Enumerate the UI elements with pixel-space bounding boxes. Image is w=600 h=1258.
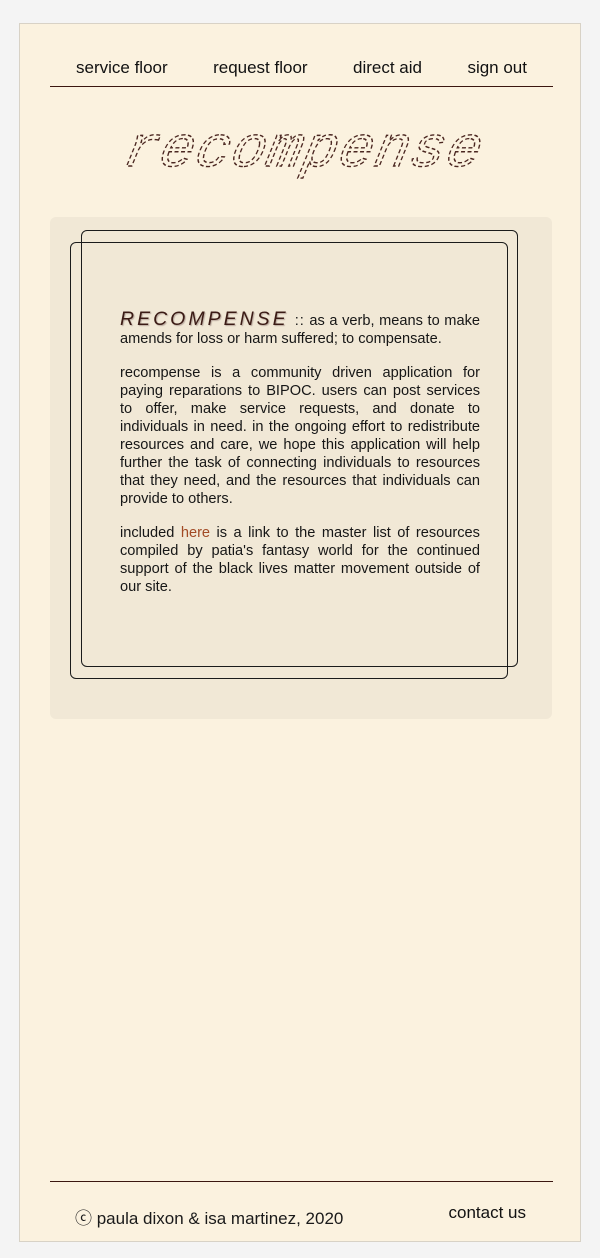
- copyright-text: ⓒ paula dixon & isa martinez, 2020: [75, 1209, 344, 1228]
- about-panel: RECOMPENSE:: as a verb, means to make am…: [50, 217, 552, 719]
- nav-direct-aid[interactable]: direct aid: [353, 58, 422, 78]
- resources-text-before: included: [120, 525, 175, 541]
- nav-sign-out[interactable]: sign out: [467, 58, 527, 78]
- nav-service-floor[interactable]: service floor: [76, 58, 168, 78]
- definition-separator: ::: [294, 313, 305, 329]
- logo-text: recompense: [118, 118, 490, 182]
- nav-request-floor[interactable]: request floor: [213, 58, 308, 78]
- description-paragraph: recompense is a community driven applica…: [120, 365, 480, 507]
- resources-link[interactable]: here: [181, 525, 210, 541]
- contact-us-link[interactable]: contact us: [449, 1203, 527, 1223]
- resources-text-after: is a link to the master list of resource…: [120, 525, 480, 595]
- about-content: RECOMPENSE:: as a verb, means to make am…: [120, 308, 480, 612]
- definition-paragraph: RECOMPENSE:: as a verb, means to make am…: [120, 308, 480, 348]
- ascii-logo: recompense: [117, 117, 490, 182]
- nav-divider: [50, 86, 553, 87]
- page: service floor request floor direct aid s…: [19, 23, 581, 1242]
- resources-paragraph: included here is a link to the master li…: [120, 524, 480, 596]
- top-nav: service floor request floor direct aid s…: [50, 50, 552, 86]
- definition-word: RECOMPENSE: [120, 308, 289, 330]
- footer-divider: [50, 1181, 553, 1182]
